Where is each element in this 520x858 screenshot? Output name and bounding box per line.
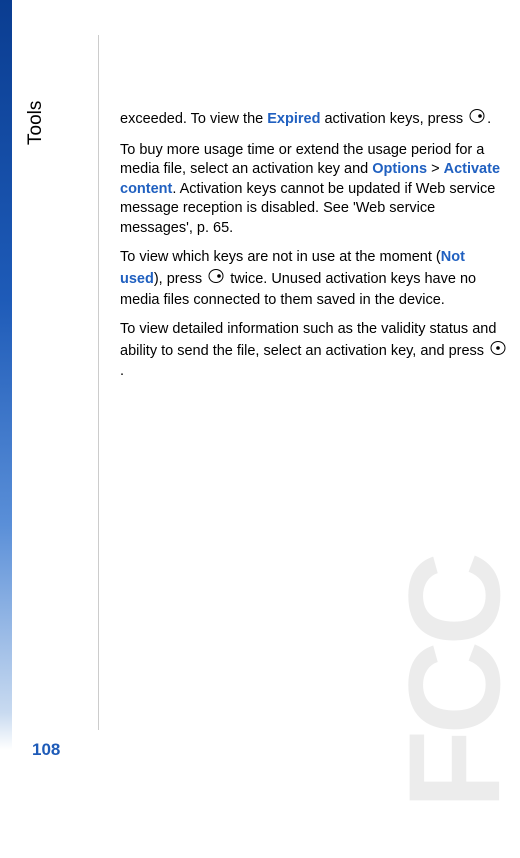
paragraph-3: To view which keys are not in use at the… bbox=[120, 248, 510, 310]
text: To view which keys are not in use at the… bbox=[120, 249, 441, 265]
page-number: 108 bbox=[32, 740, 60, 760]
section-label: Tools bbox=[25, 101, 47, 145]
text: ), press bbox=[154, 271, 206, 287]
text: . Activation keys cannot be updated if W… bbox=[120, 181, 495, 236]
blue-gradient-bar bbox=[0, 0, 12, 750]
paragraph-1: exceeded. To view the Expired activation… bbox=[120, 108, 510, 131]
highlight-options: Options bbox=[372, 161, 427, 177]
text: > bbox=[427, 161, 444, 177]
text: activation keys, press bbox=[320, 111, 467, 127]
nav-right-icon bbox=[469, 108, 485, 131]
nav-right-icon bbox=[208, 268, 224, 291]
nav-center-icon bbox=[490, 340, 506, 363]
vertical-divider bbox=[98, 35, 99, 730]
paragraph-2: To buy more usage time or extend the usa… bbox=[120, 141, 510, 239]
main-content: exceeded. To view the Expired activation… bbox=[120, 108, 510, 392]
paragraph-4: To view detailed information such as the… bbox=[120, 320, 510, 382]
text: . bbox=[120, 363, 124, 379]
text: exceeded. To view the bbox=[120, 111, 267, 127]
text: . bbox=[487, 111, 491, 127]
text: To view detailed information such as the… bbox=[120, 321, 496, 359]
fcc-watermark: FCC bbox=[379, 557, 520, 809]
highlight-expired: Expired bbox=[267, 111, 320, 127]
